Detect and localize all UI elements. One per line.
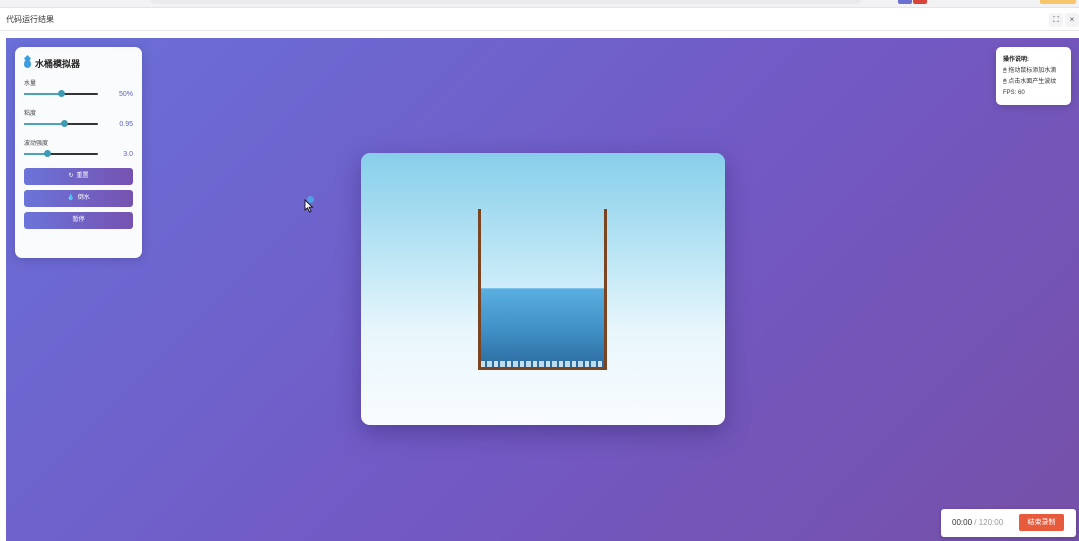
fps-readout: FPS: 60 [1003, 90, 1025, 96]
water-amount-control: 水量 50% [24, 78, 133, 99]
slider-thumb[interactable] [44, 150, 52, 157]
stop-recording-button[interactable]: 结束录制 [1019, 514, 1064, 531]
bucket-canvas[interactable] [361, 153, 725, 425]
pause-button-label: 暂停 [72, 217, 85, 223]
slider-thumb[interactable] [57, 90, 65, 97]
bucket-floor [478, 367, 607, 370]
reset-button[interactable]: ↻ 重置 [24, 168, 133, 185]
bucket-left-wall [478, 209, 481, 370]
simulation-stage[interactable]: 水桶模拟器 水量 50% 粘度 0.95 波动强度 3.0 ↻ 重置 💧 倒水 … [6, 38, 1079, 541]
mouse-cursor-icon [304, 199, 314, 213]
help-title: 操作说明: [1003, 57, 1029, 63]
panel-title-text: 水桶模拟器 [35, 59, 81, 69]
recording-time: 00:00 / 120:00 [952, 518, 1003, 527]
viscosity-value: 0.95 [119, 120, 133, 128]
close-icon[interactable]: × [1065, 13, 1079, 27]
recorder-bar: 00:00 / 120:00 结束录制 [941, 509, 1076, 537]
drop-icon: 💧 [67, 195, 75, 201]
water-body [481, 288, 604, 367]
address-bar-strip[interactable] [150, 0, 862, 4]
pour-water-button-label: 倒水 [77, 195, 90, 201]
pointer-icon: 🖱 [1003, 79, 1007, 85]
slider-thumb[interactable] [61, 120, 69, 127]
pointer-icon: 🖱 [1003, 68, 1007, 74]
pour-water-button[interactable]: 💧 倒水 [24, 190, 133, 207]
window-titlebar: 代码运行结果 ⛶ × [0, 9, 1079, 31]
bucket-right-wall [604, 209, 607, 370]
help-line: 🖱 拖动鼠标添加水滴 [1003, 66, 1064, 77]
reset-button-label: 重置 [76, 173, 89, 179]
help-line-text: 点击水面产生波纹 [1008, 79, 1057, 85]
extension-icon[interactable] [913, 0, 927, 4]
panel-title: 水桶模拟器 [24, 57, 133, 70]
extension-icon[interactable] [898, 0, 912, 4]
viscosity-control: 粘度 0.95 [24, 108, 133, 129]
water-amount-label: 水量 [24, 81, 37, 87]
water-drop-icon [24, 59, 31, 68]
recording-total-time: / 120:00 [972, 518, 1004, 527]
recording-current-time: 00:00 [952, 518, 973, 527]
wave-strength-slider[interactable] [24, 149, 98, 159]
water-amount-value: 50% [118, 90, 133, 98]
viscosity-label: 粘度 [24, 111, 37, 117]
wave-strength-label: 波动强度 [24, 141, 49, 147]
control-panel: 水桶模拟器 水量 50% 粘度 0.95 波动强度 3.0 ↻ 重置 💧 倒水 … [15, 47, 142, 258]
pause-button[interactable]: 暂停 [24, 212, 133, 229]
help-line: 🖱 点击水面产生波纹 [1003, 77, 1064, 88]
extension-icon[interactable] [1040, 0, 1076, 4]
help-line-text: 拖动鼠标添加水滴 [1008, 68, 1057, 74]
help-box: 操作说明: 🖱 拖动鼠标添加水滴 🖱 点击水面产生波纹 FPS: 60 [996, 47, 1071, 105]
viscosity-slider[interactable] [24, 119, 98, 129]
water-amount-slider[interactable] [24, 89, 98, 99]
browser-top-strip [0, 0, 1079, 8]
refresh-icon: ↻ [68, 173, 74, 179]
wave-strength-control: 波动强度 3.0 [24, 138, 133, 159]
wave-strength-value: 3.0 [123, 150, 133, 158]
expand-icon[interactable]: ⛶ [1049, 13, 1063, 27]
window-title: 代码运行结果 [6, 15, 54, 24]
